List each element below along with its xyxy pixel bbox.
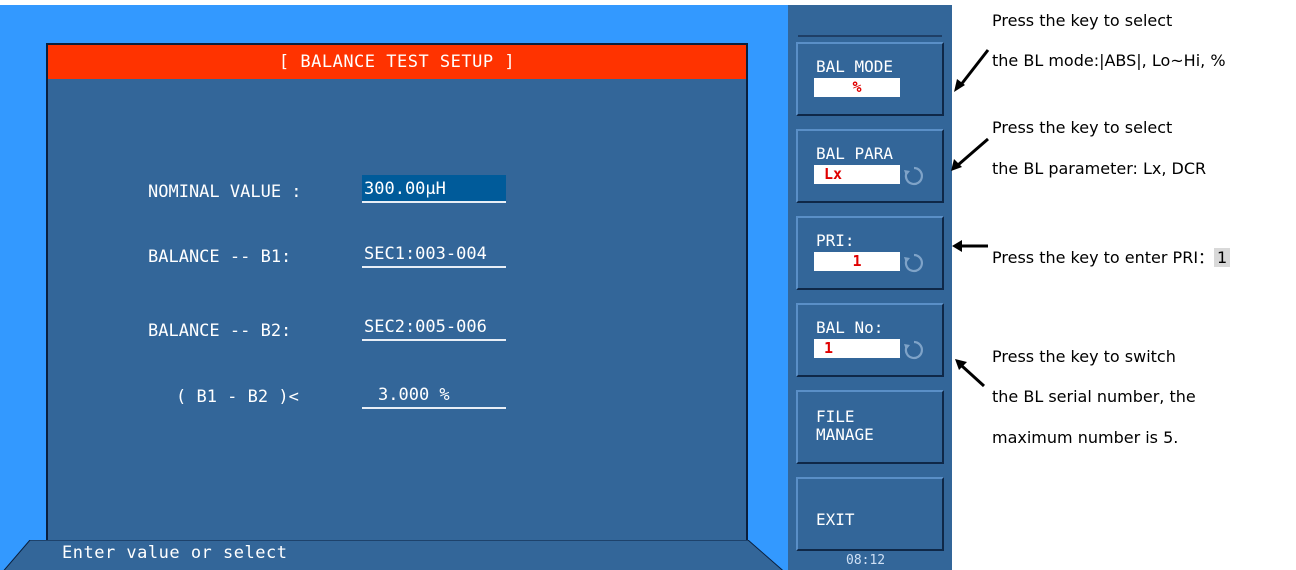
setup-panel: [ BALANCE TEST SETUP ] NOMINAL VALUE : 3… [46, 43, 748, 543]
exit-label: EXIT [816, 510, 855, 529]
arrow-to-bal-mode-icon [954, 49, 990, 92]
balance-b1-label: BALANCE -- B1: [148, 247, 292, 267]
note-no-line3: maximum number is 5. [992, 428, 1179, 447]
bal-no-label: BAL No: [816, 318, 884, 337]
nominal-value-label: NOMINAL VALUE : [148, 182, 302, 202]
status-bar: Enter value or select [0, 540, 788, 570]
exit-softkey[interactable]: EXIT [796, 477, 944, 551]
arrow-to-bal-no-icon [955, 359, 986, 388]
note-mode-line2: the BL mode:|ABS|, Lo~Hi, % [992, 51, 1226, 70]
file-manage-label: FILE MANAGE [816, 407, 874, 444]
file-manage-softkey[interactable]: FILE MANAGE [796, 390, 944, 464]
status-message: Enter value or select [62, 543, 288, 563]
bal-para-value: Lx [814, 165, 900, 184]
note-pri: Press the key to enter PRI： 1 [992, 244, 1231, 268]
rotary-knob-icon [904, 166, 923, 186]
pri-label: PRI: [816, 231, 855, 250]
bal-para-softkey[interactable]: BAL PARA Lx [796, 129, 944, 203]
pri-softkey[interactable]: PRI: 1 [796, 216, 944, 290]
balance-b1-field[interactable]: SEC1:003-004 [362, 240, 506, 268]
difference-limit-field[interactable]: 3.000 % [362, 381, 506, 409]
note-pri-text: Press the key to enter PRI： [992, 248, 1215, 267]
difference-limit-label: ( B1 - B2 )< [176, 387, 299, 407]
note-pri-value: 1 [1214, 248, 1231, 267]
softkey-divider [798, 35, 942, 37]
softkey-panel: BAL MODE % BAL PARA Lx PRI: 1 BAL No: 1 … [788, 5, 952, 570]
arrow-to-pri-icon [952, 240, 988, 252]
instrument-screen: [ BALANCE TEST SETUP ] NOMINAL VALUE : 3… [0, 5, 788, 570]
note-no-line1: Press the key to switch [992, 347, 1176, 366]
note-no-line2: the BL serial number, the [992, 387, 1196, 406]
bal-no-softkey[interactable]: BAL No: 1 [796, 303, 944, 377]
note-para-line2: the BL parameter: Lx, DCR [992, 159, 1207, 178]
pri-value: 1 [814, 252, 900, 271]
bal-no-value: 1 [814, 339, 900, 358]
nominal-value-field[interactable]: 300.00μH [362, 175, 506, 203]
balance-b2-field[interactable]: SEC2:005-006 [362, 313, 506, 341]
bal-mode-label: BAL MODE [816, 57, 894, 76]
note-mode-line1: Press the key to select [992, 11, 1173, 30]
clock: 08:12 [846, 553, 886, 568]
bal-para-label: BAL PARA [816, 144, 894, 163]
arrow-to-bal-para-icon [951, 137, 989, 171]
balance-b2-label: BALANCE -- B2: [148, 321, 292, 341]
annotations: Press the key to select the BL mode:|ABS… [951, 0, 1296, 570]
note-para-line1: Press the key to select [992, 118, 1173, 137]
rotary-knob-icon [904, 253, 923, 273]
page-title: [ BALANCE TEST SETUP ] [48, 45, 746, 79]
bal-mode-softkey[interactable]: BAL MODE % [796, 42, 944, 116]
rotary-knob-icon [904, 340, 923, 360]
bal-mode-value: % [814, 78, 900, 97]
